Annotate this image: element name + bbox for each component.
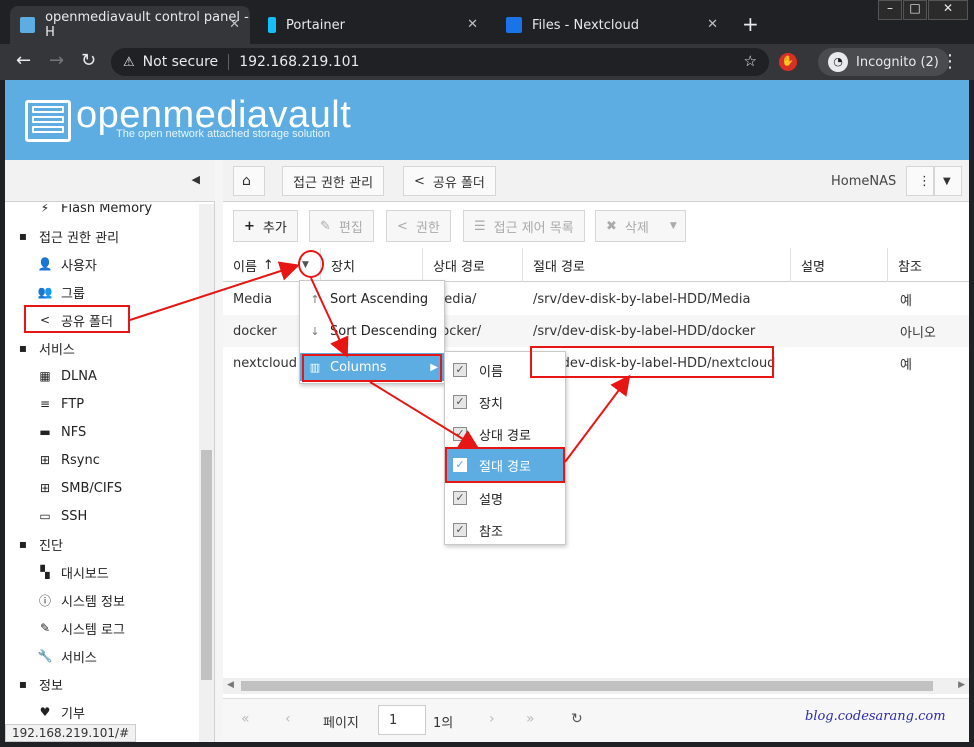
arrow-to-abspath-toggle [369, 381, 480, 450]
arrow-to-abspath-value [564, 374, 631, 463]
browser-window: openmediavault control panel - H ✕ Porta… [0, 0, 974, 747]
arrow-to-columns [310, 277, 349, 358]
annotation-arrows [129, 261, 631, 463]
arrow-to-column-menu [129, 261, 300, 321]
